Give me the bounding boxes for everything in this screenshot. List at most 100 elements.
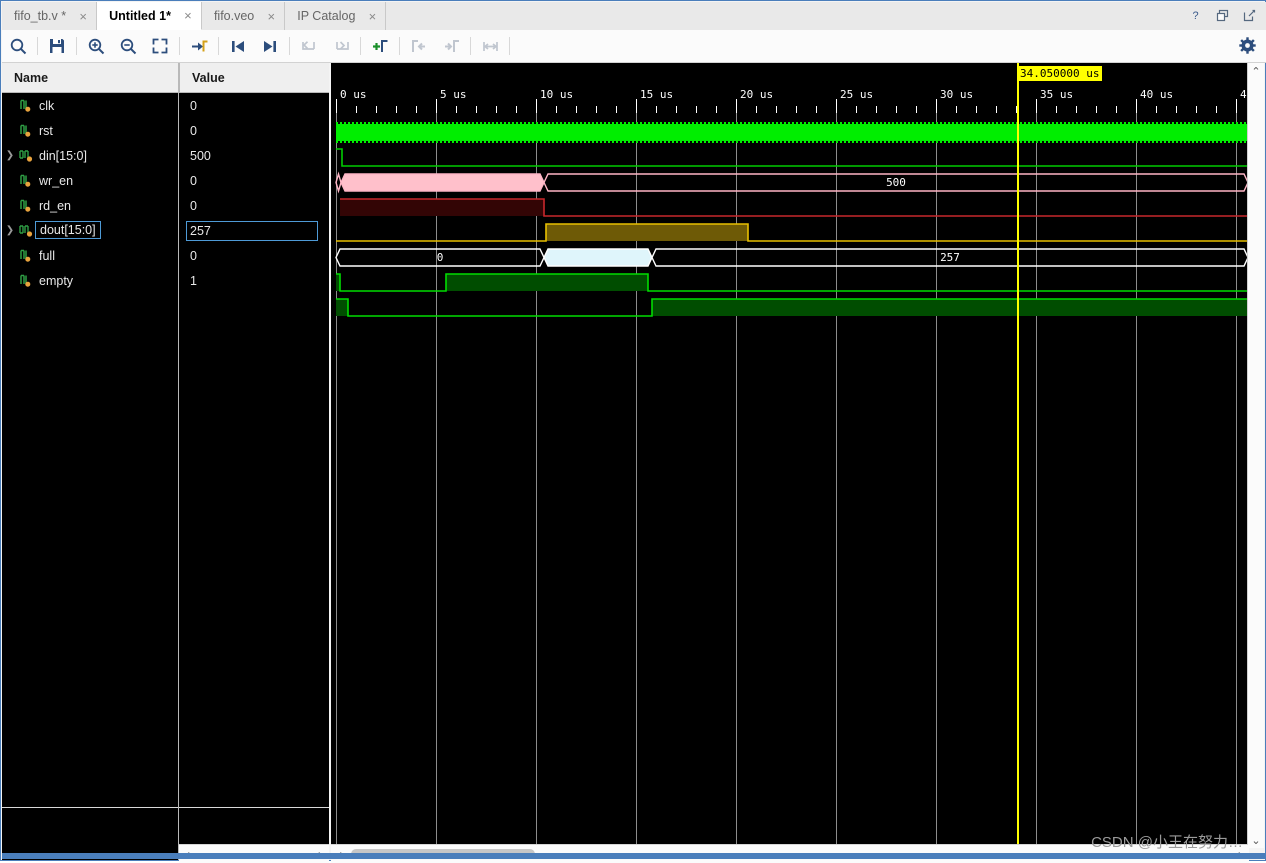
waveform-row-dout150[interactable]: 0 257 <box>331 245 1249 270</box>
save-icon[interactable] <box>44 33 70 59</box>
signal-row-full[interactable]: full <box>2 243 178 268</box>
waveform-row-wr_en[interactable] <box>331 195 1249 220</box>
wave-bit-icon <box>18 124 34 138</box>
maximize-window-icon[interactable] <box>1242 8 1257 23</box>
minor-tick <box>1056 106 1057 113</box>
signal-name-label: empty <box>39 273 74 288</box>
close-icon[interactable]: × <box>181 8 195 23</box>
add-marker-icon[interactable] <box>367 33 393 59</box>
time-ruler[interactable]: 0 us 5 us 10 us 15 us 20 us 25 us 30 us 35 us 40… <box>331 63 1249 113</box>
watermark-text: CSDN @小王在努力… <box>1091 834 1243 851</box>
signal-value-row-din150[interactable]: 500 <box>179 143 329 168</box>
zoom-out-icon[interactable] <box>115 33 141 59</box>
toolbar-separator <box>470 37 471 55</box>
column-header-name-label: Name <box>14 70 49 85</box>
next-transition-icon[interactable] <box>257 33 283 59</box>
signal-value-row-empty[interactable]: 1 <box>179 268 329 293</box>
toolbar-separator <box>399 37 400 55</box>
signal-name-label: rd_en <box>39 198 71 213</box>
column-header-value[interactable]: Value <box>179 63 329 93</box>
time-cursor[interactable] <box>1017 63 1019 844</box>
editor-tab-bar: fifo_tb.v * × Untitled 1* × fifo.veo × IP Cata… <box>2 2 1266 31</box>
signal-name-label: din[15:0] <box>39 148 87 163</box>
minor-tick <box>776 106 777 113</box>
close-icon[interactable]: × <box>264 9 278 24</box>
waveform-row-din150[interactable]: 500 <box>331 170 1249 195</box>
signal-row-rd_en[interactable]: rd_en <box>2 193 178 218</box>
minor-tick <box>876 106 877 113</box>
signal-row-wr_en[interactable]: wr_en <box>2 168 178 193</box>
minor-tick <box>396 106 397 113</box>
minor-tick <box>576 106 577 113</box>
waveform-canvas[interactable]: 0 us 5 us 10 us 15 us 20 us 25 us 30 us 35 us 40… <box>331 63 1249 844</box>
signal-row-din150[interactable]: ❯ din[15:0] <box>2 143 178 168</box>
minor-tick <box>796 106 797 113</box>
measure-icon <box>477 33 503 59</box>
search-icon[interactable] <box>5 33 31 59</box>
cursor-time-label: 34.050000 us <box>1017 66 1103 81</box>
signal-row-dout150[interactable]: ❯ dout[15:0] <box>2 218 178 243</box>
minor-tick <box>556 106 557 113</box>
close-icon[interactable]: × <box>365 9 379 24</box>
signal-value-row-clk[interactable]: 0 <box>179 93 329 118</box>
zoom-fit-icon[interactable] <box>147 33 173 59</box>
signal-row-empty[interactable]: empty <box>2 268 178 293</box>
major-tick <box>536 99 537 113</box>
scroll-up-icon[interactable]: ⌃ <box>1248 63 1264 79</box>
signal-value-row-wr_en[interactable]: 0 <box>179 168 329 193</box>
editor-tab-label: fifo.veo <box>213 9 255 23</box>
chevron-right-icon[interactable]: ❯ <box>2 150 18 161</box>
editor-tab-1[interactable]: Untitled 1* × <box>97 2 202 30</box>
minor-tick <box>676 106 677 113</box>
signal-value-row-rd_en[interactable]: 0 <box>179 193 329 218</box>
signal-value-row-dout150[interactable]: 257 <box>179 218 329 243</box>
wave-bit-icon <box>18 174 34 188</box>
time-tick-label: 25 us <box>840 88 874 101</box>
float-window-icon[interactable] <box>1215 8 1230 23</box>
chevron-right-icon[interactable]: ❯ <box>2 225 18 236</box>
signal-value-text: 0 <box>190 123 197 138</box>
toolbar-separator <box>179 37 180 55</box>
goto-time-icon[interactable] <box>186 33 212 59</box>
signal-value-text: 0 <box>190 98 197 113</box>
waveform-row-rd_en[interactable] <box>331 220 1249 245</box>
signal-name-panel: Name clk rst ❯ din[15:0] wr_en rd_en ❯ dout[15:… <box>2 63 179 860</box>
zoom-in-icon[interactable] <box>83 33 109 59</box>
editor-tab-3[interactable]: IP Catalog × <box>285 2 387 30</box>
minor-tick <box>1176 106 1177 113</box>
signal-name-label: wr_en <box>39 173 74 188</box>
waveform-row-clk[interactable] <box>331 120 1249 145</box>
editor-tab-2[interactable]: fifo.veo × <box>201 2 286 30</box>
vertical-scrollbar[interactable]: ⌃ <box>1247 63 1264 844</box>
previous-transition-icon[interactable] <box>225 33 251 59</box>
major-tick <box>736 99 737 113</box>
signal-value-row-full[interactable]: 0 <box>179 243 329 268</box>
major-tick <box>1136 99 1137 113</box>
time-tick-label: 5 us <box>440 88 467 101</box>
tab-bar-filler <box>386 2 1266 30</box>
signal-row-rst[interactable]: rst <box>2 118 178 143</box>
signal-row-clk[interactable]: clk <box>2 93 178 118</box>
minor-tick <box>916 106 917 113</box>
close-icon[interactable]: × <box>76 9 90 24</box>
toolbar-separator <box>218 37 219 55</box>
waveform-row-empty[interactable] <box>331 295 1249 320</box>
help-icon[interactable]: ? <box>1188 8 1203 23</box>
minor-tick <box>596 106 597 113</box>
signal-value-text: 0 <box>190 198 197 213</box>
next-marker-icon <box>328 33 354 59</box>
wave-bus-icon <box>18 149 34 163</box>
marker-right-icon <box>438 33 464 59</box>
signal-value-row-rst[interactable]: 0 <box>179 118 329 143</box>
major-tick <box>636 99 637 113</box>
minor-tick <box>476 106 477 113</box>
column-header-name[interactable]: Name <box>2 63 178 93</box>
gear-icon[interactable] <box>1239 37 1256 57</box>
scroll-down-icon[interactable]: ⌄ <box>1248 832 1264 848</box>
signal-value-list: 0 0 500 0 0 257 0 1 <box>179 93 329 293</box>
minor-tick <box>856 106 857 113</box>
editor-tab-0[interactable]: fifo_tb.v * × <box>2 2 98 30</box>
waveform-row-full[interactable] <box>331 270 1249 295</box>
waveform-row-rst[interactable] <box>331 145 1249 170</box>
time-tick-label: 20 us <box>740 88 774 101</box>
